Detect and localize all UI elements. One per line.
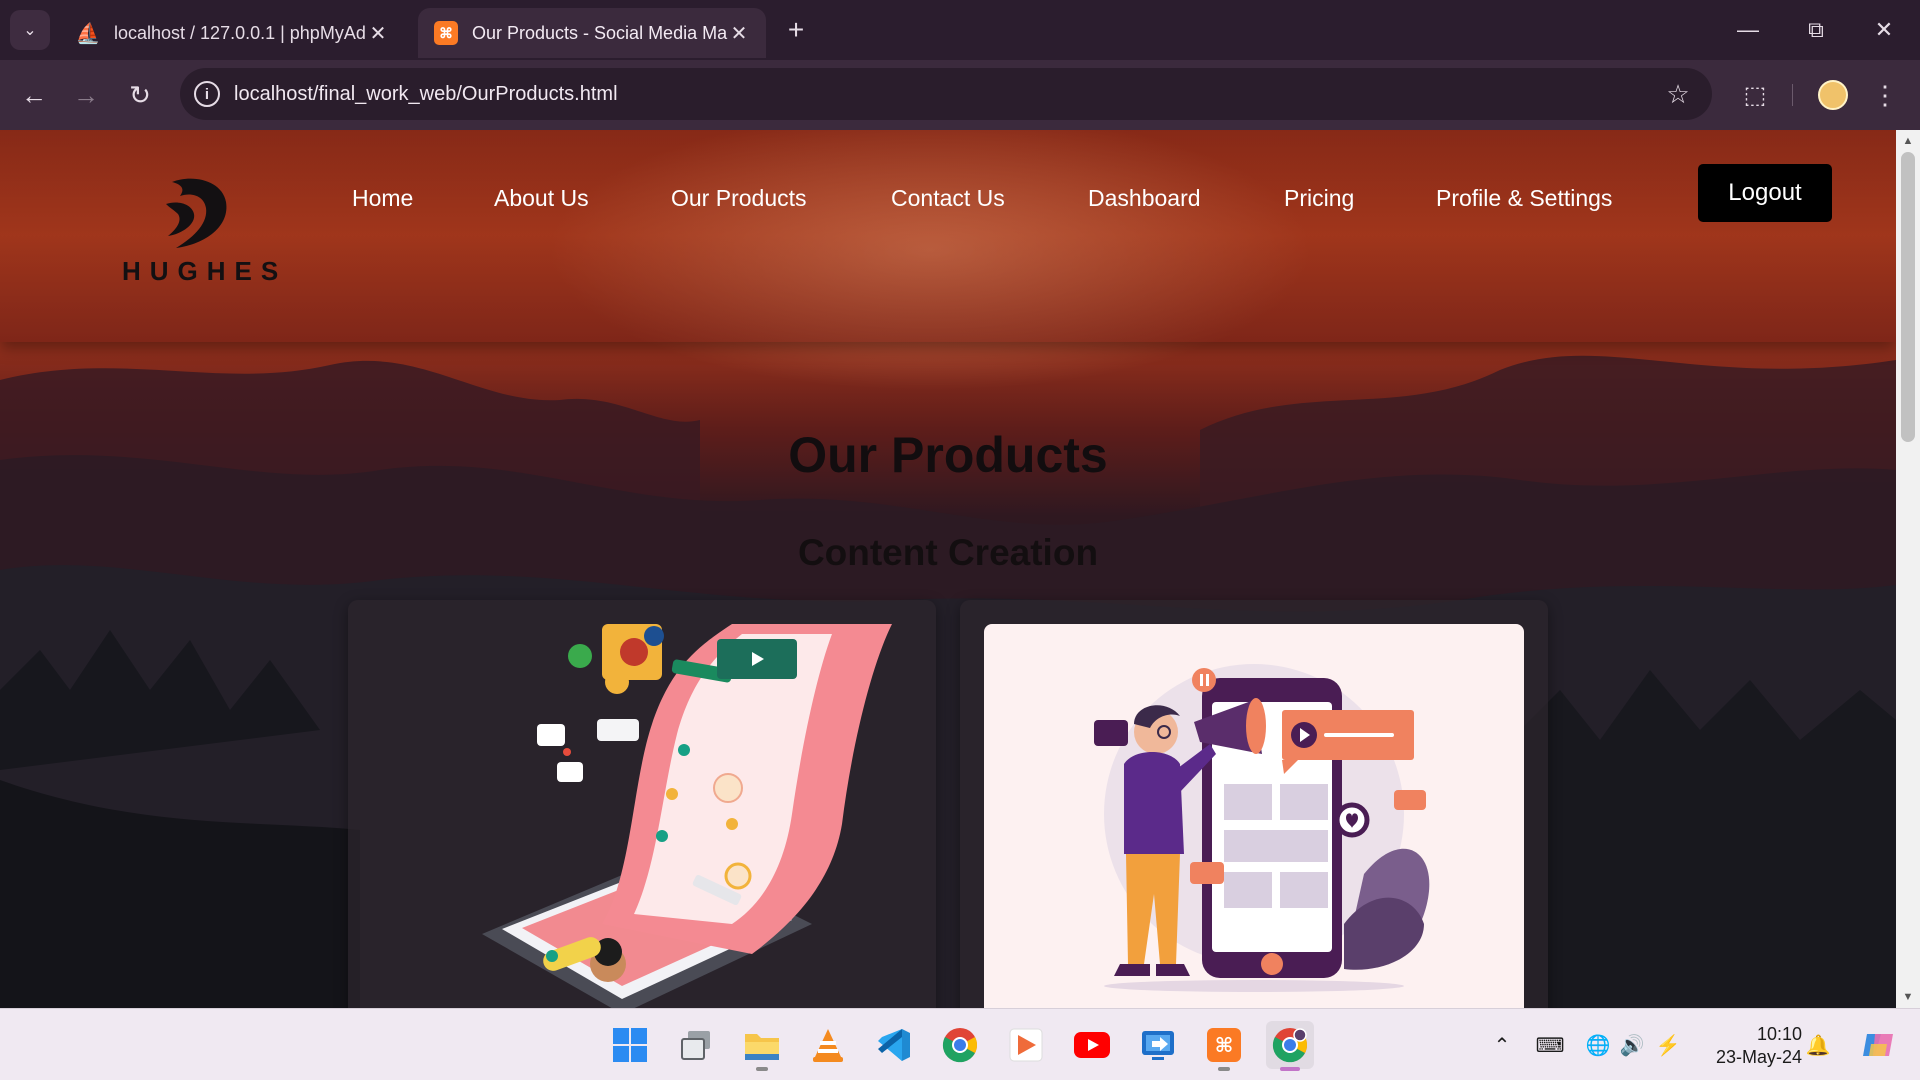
task-view-icon[interactable]: [672, 1021, 720, 1069]
battery-icon[interactable]: ⚡: [1654, 1031, 1682, 1059]
toolbar-divider: [1792, 84, 1793, 106]
xampp-icon: ⌘: [434, 21, 458, 45]
active-indicator: [1280, 1067, 1300, 1071]
close-icon[interactable]: ✕: [728, 21, 750, 46]
tab-title: localhost / 127.0.0.1 | phpMyAdmin: [114, 22, 367, 43]
hughes-logo[interactable]: HUGHES: [120, 174, 280, 304]
browser-tab-bar: ⌄ ⛵ localhost / 127.0.0.1 | phpMyAdmin ✕…: [0, 0, 1920, 60]
close-icon[interactable]: ✕: [367, 21, 389, 46]
close-window-icon[interactable]: ✕: [1864, 10, 1904, 50]
brand-mark-icon: [166, 178, 227, 248]
page-viewport: HUGHES Home About Us Our Products Contac…: [0, 130, 1896, 1008]
address-bar[interactable]: i localhost/final_work_web/OurProducts.h…: [180, 68, 1712, 120]
nav-pricing[interactable]: Pricing: [1284, 178, 1354, 218]
bookmark-star-icon[interactable]: ☆: [1658, 79, 1698, 110]
product-card[interactable]: [348, 600, 936, 1008]
scrollbar-thumb[interactable]: [1901, 152, 1915, 442]
tab-search-button[interactable]: ⌄: [10, 10, 50, 50]
site-header: HUGHES Home About Us Our Products Contac…: [0, 130, 1896, 342]
nav-profile-settings[interactable]: Profile & Settings: [1436, 178, 1612, 218]
reload-icon[interactable]: ↻: [120, 75, 160, 115]
running-indicator: [1218, 1067, 1230, 1071]
copilot-icon[interactable]: [1858, 1031, 1898, 1059]
nav-contact-us[interactable]: Contact Us: [891, 178, 1005, 218]
vlc-icon[interactable]: [804, 1021, 852, 1069]
restore-icon[interactable]: ⧉: [1796, 10, 1836, 50]
nav-our-products[interactable]: Our Products: [671, 178, 807, 218]
site-info-icon[interactable]: i: [194, 81, 220, 107]
url-text[interactable]: localhost/final_work_web/OurProducts.htm…: [234, 83, 1658, 106]
tab-phpmyadmin[interactable]: ⛵ localhost / 127.0.0.1 | phpMyAdmin ✕: [60, 8, 405, 58]
network-globe-icon[interactable]: 🌐: [1584, 1031, 1612, 1059]
chrome-icon[interactable]: [936, 1021, 984, 1069]
tab-title: Our Products - Social Media Marketing: [472, 22, 728, 43]
browser-toolbar: ← → ↻ i localhost/final_work_web/OurProd…: [0, 60, 1920, 130]
megaphone-marketing-illustration: [984, 624, 1524, 1008]
page-title: Our Products: [788, 427, 1108, 483]
clock-time: 10:10: [1756, 1024, 1802, 1044]
windows-taskbar: ⌘ ⌃ ⌨ 🌐 🔊 ⚡ 10:10 23-May-24 🔔: [0, 1008, 1920, 1080]
youtube-icon[interactable]: [1068, 1021, 1116, 1069]
clock-date: 23-May-24: [1715, 1047, 1802, 1067]
nav-dashboard[interactable]: Dashboard: [1088, 178, 1201, 218]
minimize-icon[interactable]: —: [1728, 10, 1768, 50]
new-tab-button[interactable]: +: [780, 14, 812, 46]
phpmyadmin-icon: ⛵: [75, 22, 101, 45]
logout-button[interactable]: Logout: [1698, 164, 1832, 222]
file-explorer-icon[interactable]: [738, 1021, 786, 1071]
product-card[interactable]: [960, 600, 1548, 1008]
media-player-icon[interactable]: [1002, 1021, 1050, 1069]
scroll-up-arrow-icon[interactable]: ▲: [1896, 132, 1920, 150]
running-indicator: [756, 1067, 768, 1071]
keyboard-icon[interactable]: ⌨: [1536, 1031, 1565, 1059]
remote-desktop-icon[interactable]: [1134, 1021, 1182, 1069]
volume-icon[interactable]: 🔊: [1618, 1031, 1646, 1059]
chrome-profile-icon[interactable]: [1266, 1021, 1314, 1071]
nav-about-us[interactable]: About Us: [494, 178, 589, 218]
chevron-down-icon: ⌄: [23, 22, 37, 39]
scroll-down-arrow-icon[interactable]: ▼: [1896, 988, 1920, 1006]
social-feed-phone-illustration: [482, 624, 892, 1008]
section-title: Content Creation: [797, 532, 1099, 573]
vscode-icon[interactable]: [870, 1021, 918, 1069]
kebab-menu-icon[interactable]: ⋮: [1870, 75, 1900, 115]
extensions-icon[interactable]: ⬚: [1735, 75, 1775, 115]
nav-home[interactable]: Home: [352, 178, 413, 218]
svg-text:⌘: ⌘: [1215, 1033, 1234, 1057]
tab-our-products[interactable]: ⌘ Our Products - Social Media Marketing …: [418, 8, 766, 58]
windows-start-icon[interactable]: [606, 1021, 654, 1069]
forward-arrow-icon[interactable]: →: [66, 75, 106, 115]
profile-avatar[interactable]: [1818, 80, 1848, 110]
notification-bell-icon[interactable]: 🔔: [1804, 1031, 1832, 1059]
page-scrollbar[interactable]: ▲ ▼: [1896, 130, 1920, 1008]
brand-name: HUGHES: [122, 256, 288, 286]
system-clock[interactable]: 10:10 23-May-24: [1702, 1023, 1802, 1069]
back-arrow-icon[interactable]: ←: [14, 75, 54, 115]
xampp-icon[interactable]: ⌘: [1200, 1021, 1248, 1071]
chevron-up-icon[interactable]: ⌃: [1488, 1031, 1516, 1059]
